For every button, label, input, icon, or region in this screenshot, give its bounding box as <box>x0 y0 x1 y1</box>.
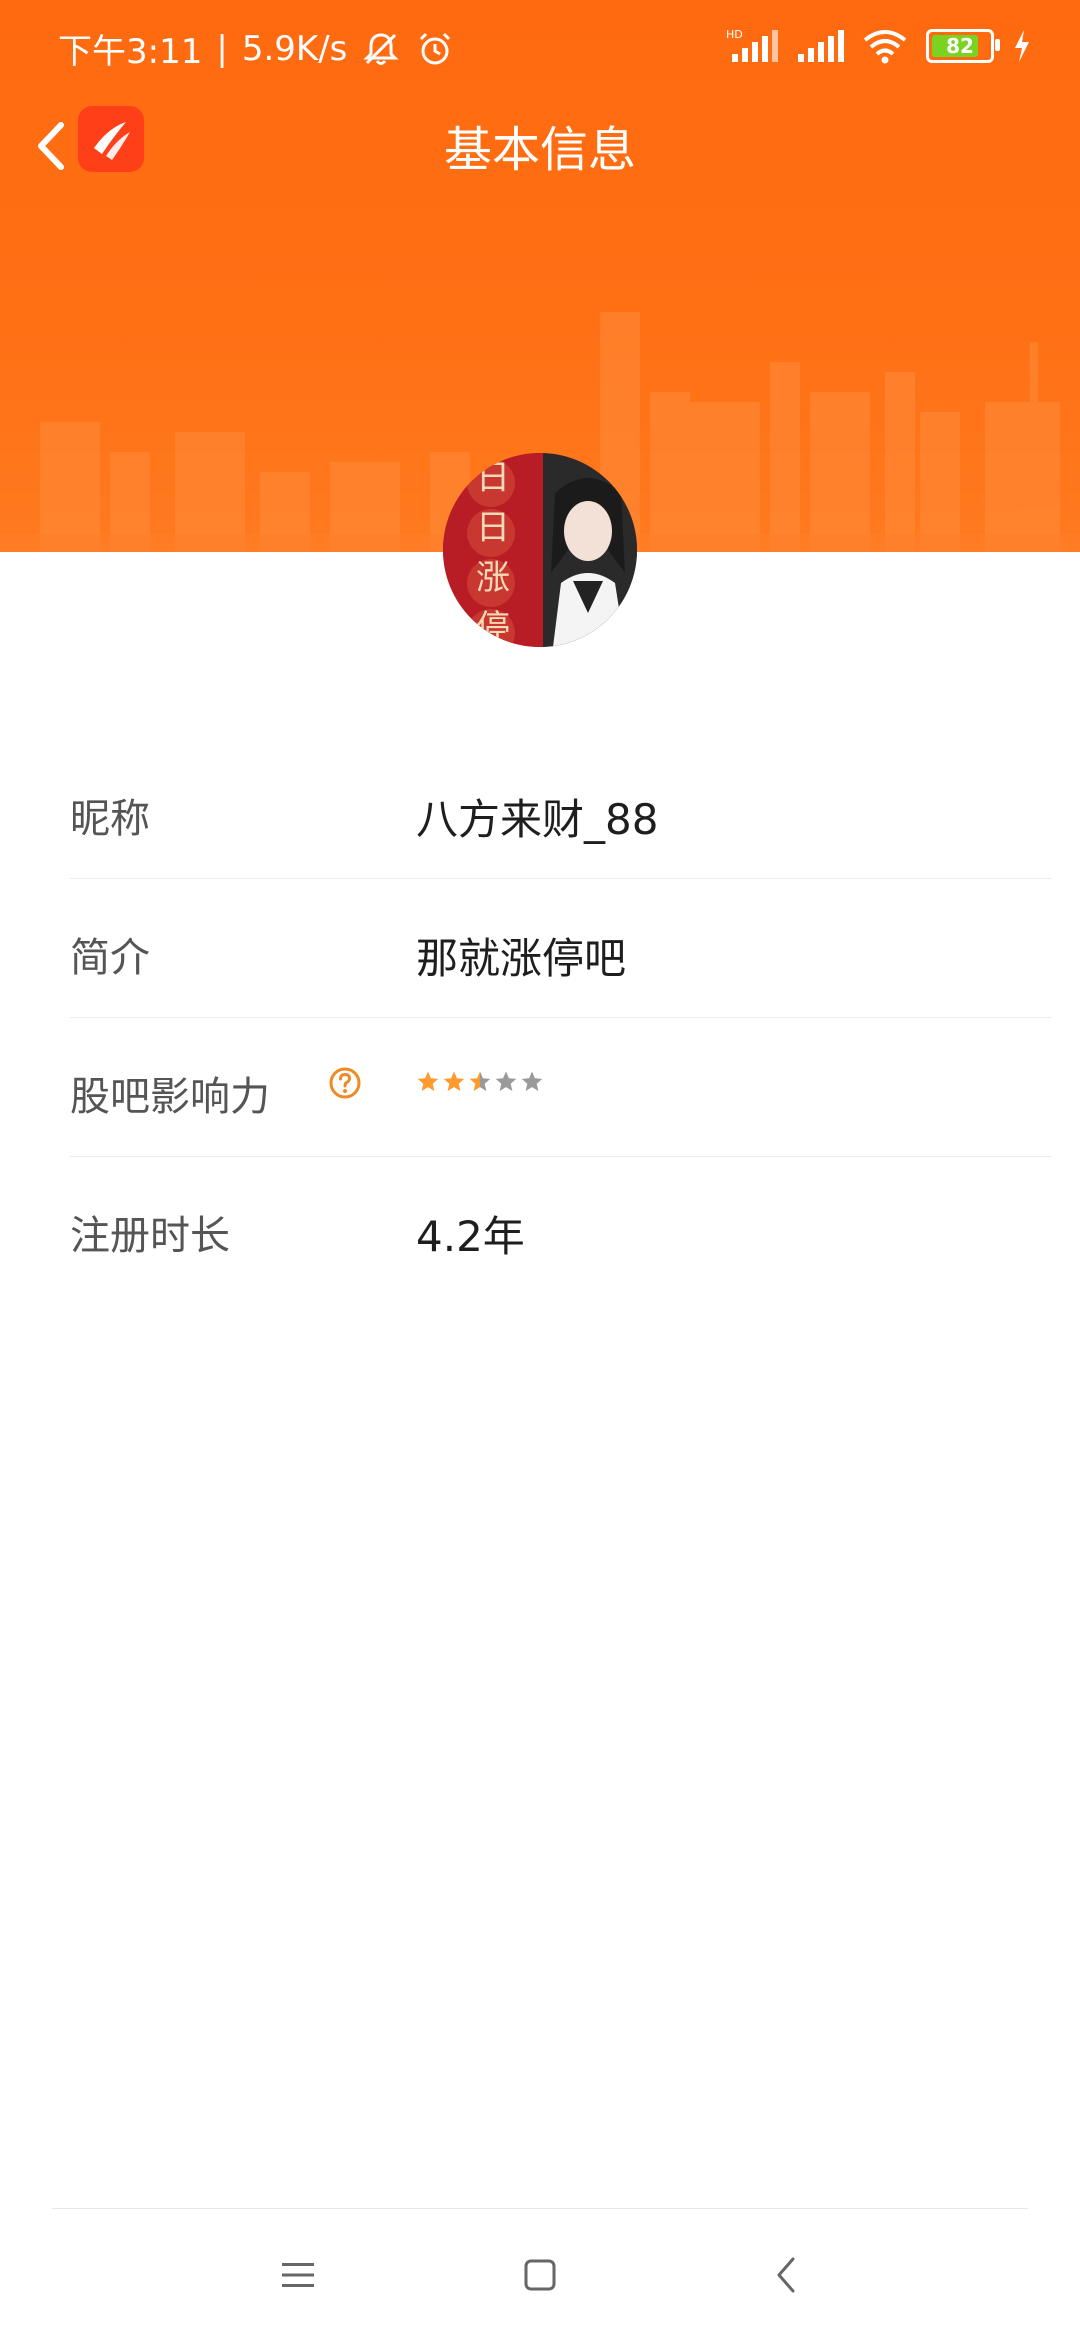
system-back-icon <box>777 2257 795 2293</box>
status-time: 下午3:11 <box>58 32 203 72</box>
nickname-row: 昵称 八方来财_88 <box>70 740 1052 879</box>
avatar-char: 停 <box>476 608 510 647</box>
bio-label: 简介 <box>70 935 150 981</box>
wifi-icon <box>863 30 907 64</box>
star-full-icon <box>417 1071 439 1091</box>
nickname-label: 昵称 <box>70 796 150 842</box>
menu-icon <box>282 2263 314 2287</box>
svg-text:HD: HD <box>726 28 743 41</box>
nav-divider <box>52 2208 1028 2209</box>
avatar-char: 日 <box>476 508 510 548</box>
hd-signal-icon: HD <box>726 28 778 62</box>
home-square-icon <box>524 2259 556 2291</box>
status-left: 下午3:11 | 5.9K/s <box>58 24 455 73</box>
battery-text: 82 <box>946 34 974 58</box>
star-full-icon <box>443 1071 465 1091</box>
bio-row: 简介 那就涨停吧 <box>70 879 1052 1018</box>
system-back-button[interactable] <box>756 2250 816 2300</box>
star-half-icon <box>469 1071 491 1091</box>
status-separator: | <box>216 28 228 69</box>
status-net-speed: 5.9K/s <box>241 28 348 69</box>
bell-muted-icon <box>363 32 399 65</box>
home-button[interactable] <box>510 2250 570 2300</box>
status-bar: 下午3:11 | 5.9K/s HD 82 <box>0 0 1080 96</box>
avatar[interactable]: 日 日 涨 停 <box>443 453 637 647</box>
alarm-icon <box>420 32 451 64</box>
signal-icon <box>798 30 844 62</box>
influence-row: 股吧影响力 <box>70 1018 1052 1157</box>
top-navigation: 基本信息 <box>0 96 1080 196</box>
registration-value: 4.2年 <box>416 1212 525 1261</box>
menu-button[interactable] <box>268 2250 328 2300</box>
nickname-value: 八方来财_88 <box>416 795 659 844</box>
charging-icon <box>1015 30 1029 62</box>
system-navigation-bar <box>0 2210 1080 2340</box>
status-right: HD 82 <box>726 26 1032 66</box>
bio-value: 那就涨停吧 <box>416 934 627 983</box>
star-empty-icon <box>495 1071 517 1091</box>
avatar-char: 涨 <box>476 558 510 598</box>
question-circle-icon[interactable] <box>328 1066 362 1100</box>
avatar-text: 日 日 涨 停 <box>471 453 515 647</box>
page-title: 基本信息 <box>443 122 636 178</box>
battery-icon: 82 <box>926 29 1000 63</box>
star-empty-icon <box>521 1071 543 1091</box>
avatar-char: 日 <box>476 458 510 498</box>
influence-rating <box>416 1070 544 1094</box>
profile-info-list: 昵称 八方来财_88 简介 那就涨停吧 股吧影响力 注册时长 4.2年 <box>70 740 1052 1295</box>
registration-label: 注册时长 <box>70 1213 230 1259</box>
influence-label: 股吧影响力 <box>70 1074 270 1120</box>
registration-row: 注册时长 4.2年 <box>70 1157 1052 1295</box>
